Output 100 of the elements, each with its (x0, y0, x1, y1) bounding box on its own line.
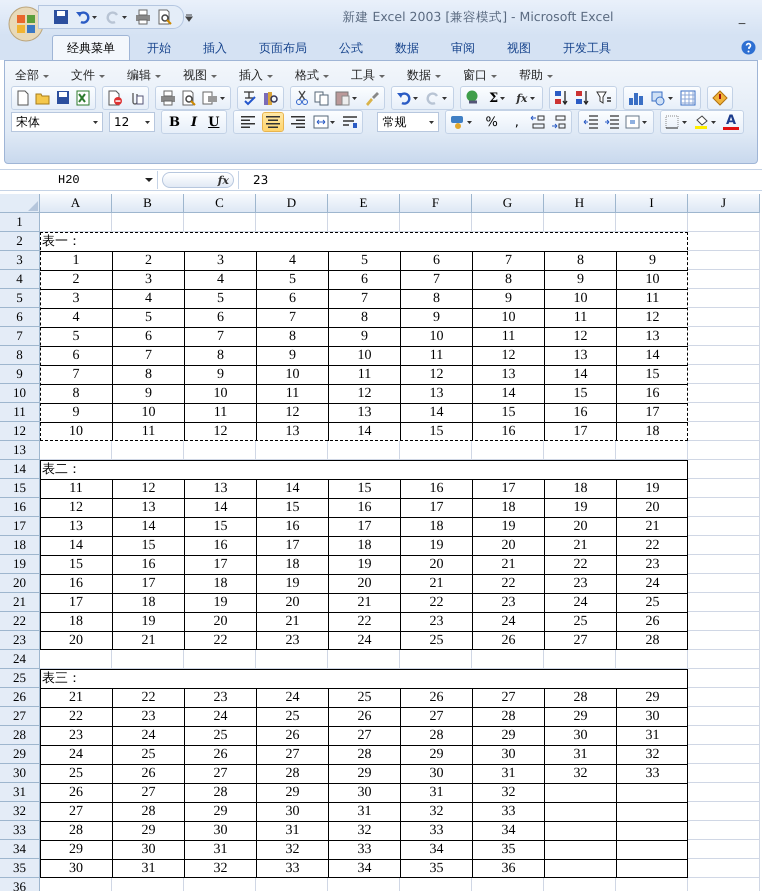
grid-cell[interactable] (688, 612, 760, 631)
currency-icon[interactable] (450, 114, 474, 130)
grid-cell[interactable] (328, 213, 400, 232)
font-size-dropdown[interactable]: 12 (109, 112, 155, 132)
bold-button[interactable]: B (166, 114, 183, 130)
grid-cell[interactable] (184, 650, 256, 669)
grid-cell[interactable] (256, 441, 328, 460)
align-center-icon[interactable] (263, 113, 284, 131)
font-color-button[interactable]: A (722, 114, 739, 130)
grid-cell[interactable] (688, 517, 760, 536)
ribbon-tab[interactable]: 页面布局 (244, 35, 322, 60)
grid-cell[interactable] (688, 365, 760, 384)
formula-field[interactable]: 23 (238, 171, 762, 189)
underline-button[interactable]: U (205, 114, 222, 130)
row-header[interactable]: 32 (0, 802, 40, 821)
cut-icon[interactable] (295, 90, 309, 106)
ribbon-tab[interactable]: 公式 (324, 35, 378, 60)
row-header[interactable]: 31 (0, 783, 40, 802)
fill-bucket-icon[interactable] (694, 114, 718, 130)
new-document-icon[interactable] (16, 90, 30, 106)
ribbon-tab[interactable]: 审阅 (436, 35, 490, 60)
comma-button[interactable]: , (508, 114, 525, 130)
minimize-button[interactable]: _ (722, 10, 762, 24)
books-icon[interactable] (263, 90, 279, 106)
paste-icon[interactable] (335, 90, 359, 106)
menu-item[interactable]: 插入 (235, 67, 281, 84)
grid-cell[interactable] (688, 536, 760, 555)
increase-decimal-icon[interactable] (530, 114, 546, 130)
save-icon[interactable] (53, 9, 69, 25)
row-header[interactable]: 19 (0, 555, 40, 574)
grid-cell[interactable] (688, 479, 760, 498)
row-header[interactable]: 5 (0, 289, 40, 308)
menu-item[interactable]: 数据 (403, 67, 449, 84)
grid-cell[interactable] (40, 650, 112, 669)
row-header[interactable]: 3 (0, 251, 40, 270)
grid-cell[interactable] (688, 669, 760, 688)
row-header[interactable]: 14 (0, 460, 40, 479)
undo-icon[interactable] (75, 9, 99, 25)
row-header[interactable]: 16 (0, 498, 40, 517)
row-header[interactable]: 7 (0, 327, 40, 346)
grid-cell[interactable] (688, 232, 760, 251)
row-header[interactable]: 24 (0, 650, 40, 669)
wrap-text-icon[interactable] (342, 114, 358, 130)
row-header[interactable]: 33 (0, 821, 40, 840)
row-header[interactable]: 35 (0, 859, 40, 878)
spreadsheet-icon[interactable] (75, 90, 91, 106)
grid-cell[interactable] (688, 289, 760, 308)
row-header[interactable]: 27 (0, 707, 40, 726)
grid-cell[interactable] (688, 840, 760, 859)
grid-cell[interactable] (688, 859, 760, 878)
grid-cell[interactable] (688, 270, 760, 289)
warning-icon[interactable] (712, 90, 728, 106)
grid-cell[interactable] (40, 213, 112, 232)
grid-cell[interactable] (112, 650, 184, 669)
grid-cell[interactable] (688, 631, 760, 650)
redo-icon[interactable] (105, 9, 129, 25)
document-block-icon[interactable] (107, 90, 123, 106)
save-icon[interactable] (56, 90, 70, 106)
print-preview-icon[interactable] (157, 9, 173, 25)
grid-cell[interactable] (688, 821, 760, 840)
row-header[interactable]: 25 (0, 669, 40, 688)
row-header[interactable]: 22 (0, 612, 40, 631)
menu-item[interactable]: 帮助 (515, 67, 561, 84)
grid-cell[interactable] (544, 213, 616, 232)
grid-cell[interactable] (688, 574, 760, 593)
row-header[interactable]: 21 (0, 593, 40, 612)
function-insert-button[interactable]: fx (162, 172, 234, 188)
sort-descending-icon[interactable] (574, 90, 590, 106)
column-header[interactable]: H (544, 194, 616, 213)
grid-cell[interactable] (256, 213, 328, 232)
menu-item[interactable]: 工具 (347, 67, 393, 84)
ribbon-tab[interactable]: 经典菜单 (52, 35, 130, 60)
grid-icon[interactable] (680, 90, 696, 106)
grid-cell[interactable] (328, 650, 400, 669)
decrease-indent-icon[interactable] (582, 114, 599, 130)
row-header[interactable]: 13 (0, 441, 40, 460)
row-header[interactable]: 29 (0, 745, 40, 764)
row-header[interactable]: 10 (0, 384, 40, 403)
sum-button[interactable]: Σ (486, 90, 508, 106)
select-all-button[interactable] (0, 194, 40, 213)
grid-cell[interactable] (616, 650, 688, 669)
brush-icon[interactable] (364, 90, 380, 106)
row-header[interactable]: 34 (0, 840, 40, 859)
spelling-check-icon[interactable] (242, 90, 258, 106)
grid-cell[interactable] (688, 403, 760, 422)
row-header[interactable]: 15 (0, 479, 40, 498)
grid-cell[interactable] (688, 593, 760, 612)
grid-cell[interactable] (688, 308, 760, 327)
row-header[interactable]: 20 (0, 574, 40, 593)
row-header[interactable]: 9 (0, 365, 40, 384)
row-header[interactable]: 36 (0, 878, 40, 891)
grid-cell[interactable] (688, 555, 760, 574)
column-header[interactable]: G (472, 194, 544, 213)
row-header[interactable]: 6 (0, 308, 40, 327)
grid-cell[interactable] (688, 422, 760, 441)
grid-cell[interactable] (616, 441, 688, 460)
ribbon-tab[interactable]: 开始 (132, 35, 186, 60)
merge-cells-icon[interactable] (313, 114, 338, 130)
decrease-decimal-icon[interactable] (550, 114, 567, 130)
row-header[interactable]: 11 (0, 403, 40, 422)
